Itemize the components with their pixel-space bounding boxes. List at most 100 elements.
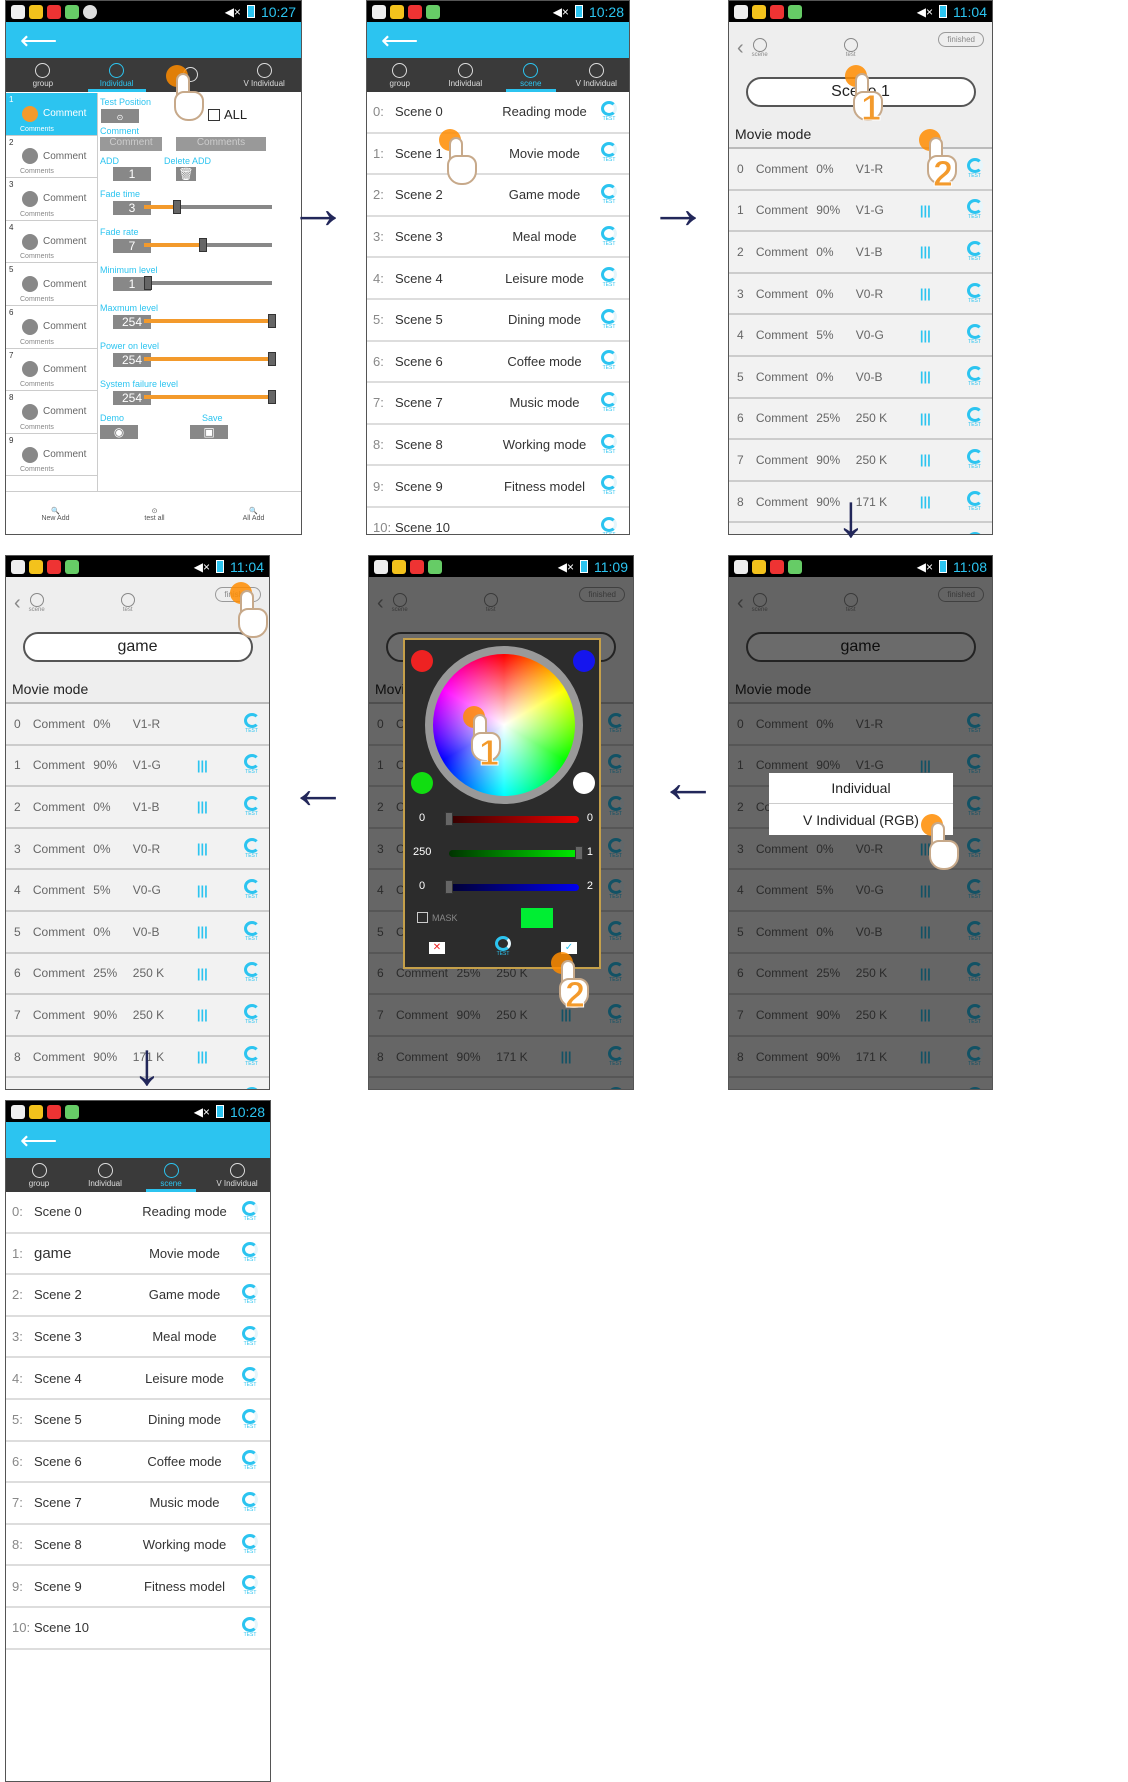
tab-scene[interactable]: scene [498, 58, 564, 92]
channel-row[interactable]: 2 Comment 0% V1-B |||TEST [6, 787, 269, 829]
device-row[interactable]: 8 Comment Comments [6, 391, 97, 434]
test-icon[interactable]: TEST [965, 490, 984, 513]
scene-row[interactable]: 4: Scene 4 Leisure mode TEST [6, 1358, 270, 1400]
scene-name-field[interactable]: game [22, 632, 253, 662]
scene-icon[interactable]: scene [752, 38, 768, 58]
test-icon[interactable]: TEST [242, 962, 261, 984]
white-preset-dot[interactable] [573, 772, 595, 794]
maximum-level-knob[interactable] [268, 314, 276, 328]
test-icon[interactable]: TEST [965, 448, 984, 471]
scene-row[interactable]: 1: Scene 1 Movie mode TEST [367, 134, 629, 176]
tab-individual[interactable]: Individual [80, 58, 154, 92]
test-icon[interactable]: TEST [240, 1491, 260, 1514]
test-icon[interactable]: TEST [599, 433, 619, 456]
equalizer-icon[interactable]: ||| [920, 286, 965, 301]
scene-row[interactable]: 8: Scene 8 Working mode TEST [367, 425, 629, 467]
device-row[interactable]: 6 Comment Comments [6, 305, 97, 349]
save-button[interactable]: ▣ [190, 425, 228, 439]
delete-button[interactable]: 🗑 [176, 167, 196, 181]
test-icon[interactable]: TEST [965, 157, 984, 180]
test-icon[interactable]: TEST [599, 142, 619, 164]
channel-row[interactable]: 7 Comment 90% 250 K |||TEST [729, 440, 992, 482]
equalizer-icon[interactable]: ||| [920, 328, 965, 343]
device-row[interactable]: 2 Comment Comments [6, 135, 97, 179]
back-arrow-icon[interactable]: ⟵ [20, 25, 57, 56]
equalizer-icon[interactable]: ||| [197, 1049, 242, 1064]
scene-row[interactable]: 5: Scene 5 Dining mode TEST [367, 300, 629, 342]
tab-individual[interactable]: Individual [72, 1158, 138, 1192]
scene-row[interactable]: 3: Scene 3 Meal mode TEST [367, 217, 629, 259]
scene-row[interactable]: 9: Scene 9 Fitness model TEST [6, 1566, 270, 1608]
tab-v-individual[interactable]: V Individual [564, 58, 630, 92]
test-icon[interactable]: TEST [240, 1575, 260, 1597]
comment-input[interactable]: Comment [100, 137, 162, 151]
equalizer-icon[interactable]: ||| [920, 369, 965, 384]
test-icon[interactable]: TEST [242, 879, 261, 901]
test-icon[interactable]: TEST [240, 1242, 260, 1264]
channel-row[interactable]: 1 Comment 90% V1-G |||TEST [6, 745, 269, 788]
menu-item-individual[interactable]: Individual [769, 773, 953, 804]
scene-row[interactable]: 4: Scene 4 Leisure mode TEST [367, 258, 629, 300]
channel-row[interactable]: 3 Comment 0% V0-R |||TEST [6, 828, 269, 871]
equalizer-icon[interactable]: ||| [197, 841, 242, 856]
test-icon[interactable]: TEST [242, 712, 261, 735]
blue-slider[interactable] [445, 880, 579, 894]
device-row[interactable]: 4 Comment Comments [6, 220, 97, 264]
scene-row[interactable]: 6: Scene 6 Coffee mode TEST [367, 342, 629, 384]
test-icon[interactable]: TEST [599, 475, 619, 497]
system-failure-level-knob[interactable] [268, 390, 276, 404]
test-icon[interactable]: TEST [242, 837, 261, 860]
cancel-x-icon[interactable]: ✕ [429, 942, 445, 954]
test-icon[interactable]: TEST [965, 324, 984, 346]
color-wheel[interactable] [425, 646, 583, 804]
fade-rate-knob[interactable] [198, 238, 207, 252]
green-slider[interactable] [449, 846, 583, 860]
test-icon[interactable]: test [843, 38, 858, 58]
test-icon[interactable]: TEST [240, 1283, 260, 1306]
scene-row[interactable]: 0: Scene 0 Reading mode TEST [367, 92, 629, 134]
back-arrow-icon[interactable]: ⟵ [20, 1125, 57, 1156]
test-icon[interactable]: TEST [240, 1616, 260, 1639]
scene-row[interactable]: 9: Scene 9 Fitness model TEST [367, 466, 629, 508]
test-icon[interactable]: TEST [965, 407, 984, 429]
test-all-button[interactable]: ⊙ test all [105, 492, 204, 534]
scene-row[interactable]: 2: Scene 2 Game mode TEST [367, 175, 629, 217]
channel-row[interactable]: 5 Comment 0% V0-B |||TEST [729, 356, 992, 399]
test-icon[interactable]: TEST [240, 1408, 260, 1431]
tab-scene[interactable]: scene [138, 1158, 204, 1192]
device-row[interactable]: 7 Comment Comments [6, 348, 97, 392]
scene-row[interactable]: 7: Scene 7 Music mode TEST [367, 383, 629, 425]
test-icon[interactable]: TEST [599, 267, 619, 289]
scene-row[interactable]: 1: game Movie mode TEST [6, 1234, 270, 1276]
green-preset-dot[interactable] [411, 772, 433, 794]
mask-checkbox[interactable]: MASK [417, 912, 458, 923]
add-value[interactable]: 1 [113, 167, 151, 181]
test-icon[interactable]: TEST [599, 516, 619, 534]
equalizer-icon[interactable]: ||| [920, 452, 965, 467]
device-row[interactable]: 1 Comment Comments [6, 93, 97, 136]
channel-row[interactable]: 0 Comment 0% V1-R TEST [6, 704, 269, 746]
red-slider[interactable] [445, 812, 579, 826]
test-icon[interactable]: TEST [965, 199, 984, 221]
test-icon[interactable]: TEST [965, 532, 984, 534]
power-on-level-slider[interactable] [144, 352, 276, 366]
device-row[interactable]: 3 Comment Comments [6, 178, 97, 221]
scene-row[interactable]: 10: Scene 10 TEST [6, 1608, 270, 1650]
back-chevron-icon[interactable]: ‹ [14, 593, 21, 613]
new-add-button[interactable]: 🔍 New Add [6, 492, 105, 534]
channel-row[interactable]: 1 Comment 90% V1-G |||TEST [729, 190, 992, 233]
all-add-button[interactable]: 🔍 All Add [204, 492, 301, 534]
device-row[interactable]: 5 Comment Comments [6, 263, 97, 306]
equalizer-icon[interactable]: ||| [197, 966, 242, 981]
equalizer-icon[interactable]: ||| [197, 924, 242, 939]
demo-button[interactable]: ◉ [100, 425, 138, 439]
test-icon[interactable]: TEST [242, 1003, 261, 1026]
test-icon[interactable]: TEST [240, 1367, 260, 1389]
test-icon[interactable]: TEST [599, 100, 619, 123]
test-icon[interactable]: TEST [240, 1450, 260, 1472]
test-icon[interactable]: TEST [599, 183, 619, 206]
channel-row[interactable]: 4 Comment 5% V0-G |||TEST [729, 315, 992, 357]
equalizer-icon[interactable]: ||| [197, 799, 242, 814]
channel-row[interactable]: 3 Comment 0% V0-R |||TEST [729, 273, 992, 316]
all-checkbox[interactable]: ALL [208, 107, 247, 122]
